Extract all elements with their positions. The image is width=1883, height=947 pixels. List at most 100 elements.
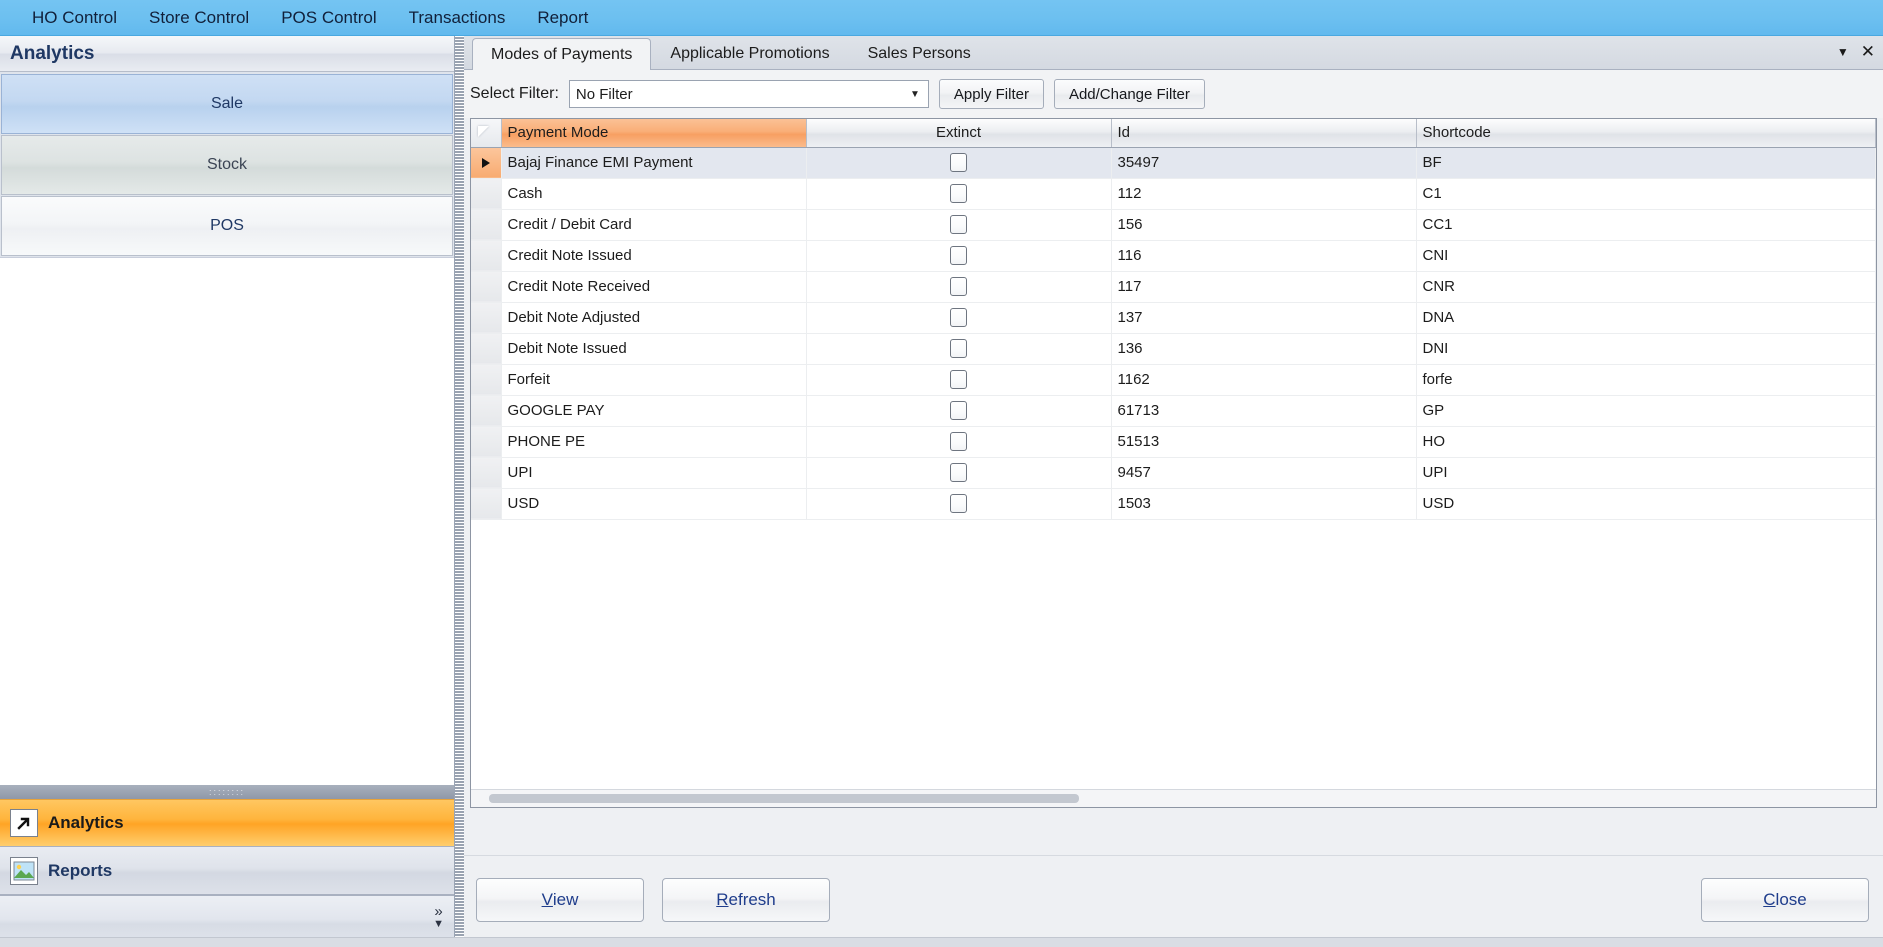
cell-shortcode[interactable]: C1 [1416,178,1876,210]
cell-id[interactable]: 9457 [1111,457,1417,489]
tab-sales-persons[interactable]: Sales Persons [849,37,990,69]
cell-shortcode[interactable]: GP [1416,395,1876,427]
cell-payment-mode[interactable]: UPI [501,457,807,489]
row-indicator-current[interactable] [471,147,502,179]
cell-shortcode[interactable]: CC1 [1416,209,1876,241]
cell-payment-mode[interactable]: Forfeit [501,364,807,396]
cell-extinct[interactable] [806,178,1112,210]
table-row[interactable]: GOOGLE PAY 61713 GP [471,395,1876,427]
cell-extinct[interactable] [806,333,1112,365]
menu-item-ho-control[interactable]: HO Control [16,4,133,32]
cell-payment-mode[interactable]: Cash [501,178,807,210]
cell-extinct[interactable] [806,240,1112,272]
cell-extinct[interactable] [806,457,1112,489]
cell-extinct[interactable] [806,302,1112,334]
cell-id[interactable]: 112 [1111,178,1417,210]
cell-shortcode[interactable]: DNA [1416,302,1876,334]
table-row[interactable]: USD 1503 USD [471,488,1876,520]
row-indicator[interactable] [471,333,502,365]
extinct-checkbox[interactable] [950,153,967,172]
cell-extinct[interactable] [806,147,1112,179]
sidebar-item-sale[interactable]: Sale [1,74,453,134]
table-row[interactable]: PHONE PE 51513 HO [471,426,1876,458]
cell-payment-mode[interactable]: USD [501,488,807,520]
cell-id[interactable]: 156 [1111,209,1417,241]
row-indicator[interactable] [471,426,502,458]
row-indicator[interactable] [471,395,502,427]
sidebar-item-pos[interactable]: POS [1,196,453,256]
row-indicator[interactable] [471,178,502,210]
table-row[interactable]: UPI 9457 UPI [471,457,1876,489]
extinct-checkbox[interactable] [950,463,967,482]
cell-payment-mode[interactable]: Bajaj Finance EMI Payment [501,147,807,179]
table-row[interactable]: Forfeit 1162 forfe [471,364,1876,396]
table-row[interactable]: Cash 112 C1 [471,178,1876,210]
extinct-checkbox[interactable] [950,184,967,203]
row-indicator[interactable] [471,457,502,489]
extinct-checkbox[interactable] [950,432,967,451]
cell-extinct[interactable] [806,488,1112,520]
extinct-checkbox[interactable] [950,370,967,389]
filter-select[interactable]: No Filter ▼ [568,80,929,108]
extinct-checkbox[interactable] [950,277,967,296]
extinct-checkbox[interactable] [950,401,967,420]
extinct-checkbox[interactable] [950,308,967,327]
tab-modes-of-payments[interactable]: Modes of Payments [472,38,652,70]
grid-col-id[interactable]: Id [1111,119,1417,148]
cell-shortcode[interactable]: HO [1416,426,1876,458]
cell-payment-mode[interactable]: PHONE PE [501,426,807,458]
cell-extinct[interactable] [806,271,1112,303]
cell-shortcode[interactable]: BF [1416,147,1876,179]
cell-id[interactable]: 137 [1111,302,1417,334]
cell-payment-mode[interactable]: Debit Note Adjusted [501,302,807,334]
cell-payment-mode[interactable]: Credit Note Received [501,271,807,303]
cell-id[interactable]: 51513 [1111,426,1417,458]
close-icon[interactable]: ✕ [1861,42,1875,62]
cell-id[interactable]: 117 [1111,271,1417,303]
cell-extinct[interactable] [806,426,1112,458]
cell-extinct[interactable] [806,395,1112,427]
row-indicator[interactable] [471,271,502,303]
tab-applicable-promotions[interactable]: Applicable Promotions [651,37,848,69]
sidebar-item-stock[interactable]: Stock [1,135,453,195]
refresh-button[interactable]: Refresh [662,878,830,922]
cell-id[interactable]: 1503 [1111,488,1417,520]
sidebar-panel-reports[interactable]: Reports [0,847,454,895]
row-indicator[interactable] [471,488,502,520]
menu-item-pos-control[interactable]: POS Control [265,4,392,32]
sidebar-panel-analytics[interactable]: Analytics [0,799,454,847]
cell-payment-mode[interactable]: Credit Note Issued [501,240,807,272]
cell-id[interactable]: 35497 [1111,147,1417,179]
row-indicator[interactable] [471,302,502,334]
cell-payment-mode[interactable]: Credit / Debit Card [501,209,807,241]
grid-col-shortcode[interactable]: Shortcode [1416,119,1876,148]
grid-select-all-corner[interactable] [471,119,502,148]
extinct-checkbox[interactable] [950,215,967,234]
table-row[interactable]: Credit Note Received 117 CNR [471,271,1876,303]
cell-payment-mode[interactable]: Debit Note Issued [501,333,807,365]
extinct-checkbox[interactable] [950,494,967,513]
extinct-checkbox[interactable] [950,246,967,265]
chevron-down-icon[interactable]: ▼ [1837,45,1849,59]
grid-col-extinct[interactable]: Extinct [806,119,1112,148]
add-change-filter-button[interactable]: Add/Change Filter [1053,79,1205,109]
cell-payment-mode[interactable]: GOOGLE PAY [501,395,807,427]
cell-shortcode[interactable]: DNI [1416,333,1876,365]
grid-horizontal-scrollbar[interactable] [471,789,1876,807]
sidebar-resize-grip[interactable]: :::::::: [0,785,454,799]
row-indicator[interactable] [471,364,502,396]
close-button[interactable]: Close [1701,878,1869,922]
cell-shortcode[interactable]: USD [1416,488,1876,520]
cell-shortcode[interactable]: UPI [1416,457,1876,489]
cell-shortcode[interactable]: forfe [1416,364,1876,396]
cell-id[interactable]: 61713 [1111,395,1417,427]
cell-id[interactable]: 1162 [1111,364,1417,396]
menu-item-transactions[interactable]: Transactions [393,4,522,32]
sidebar-splitter[interactable] [455,36,464,947]
table-row[interactable]: Credit / Debit Card 156 CC1 [471,209,1876,241]
menu-item-report[interactable]: Report [521,4,604,32]
table-row[interactable]: Bajaj Finance EMI Payment 35497 BF [471,147,1876,179]
cell-extinct[interactable] [806,364,1112,396]
table-row[interactable]: Debit Note Adjusted 137 DNA [471,302,1876,334]
table-row[interactable]: Credit Note Issued 116 CNI [471,240,1876,272]
